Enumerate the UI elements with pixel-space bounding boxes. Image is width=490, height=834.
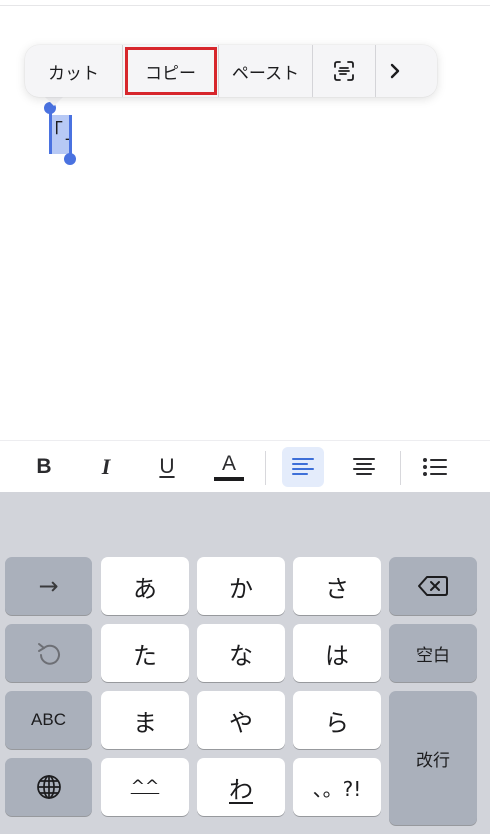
key-punctuation-label: 、。?! bbox=[312, 776, 362, 801]
key-wa[interactable]: わ bbox=[197, 758, 285, 816]
underline-button[interactable]: U bbox=[148, 447, 186, 487]
key-ya[interactable]: や bbox=[197, 691, 285, 749]
abc-key[interactable]: ABC bbox=[5, 691, 92, 749]
underline-label: U bbox=[159, 455, 175, 478]
globe-key[interactable] bbox=[5, 758, 92, 816]
undo-key[interactable] bbox=[5, 624, 92, 682]
key-na[interactable]: な bbox=[197, 624, 285, 682]
undo-icon bbox=[37, 643, 60, 665]
cut-label: カット bbox=[48, 63, 99, 84]
selection-end-handle[interactable] bbox=[64, 153, 76, 165]
text-color-button[interactable]: A bbox=[210, 447, 248, 487]
globe-icon bbox=[36, 775, 61, 799]
scan-text-button[interactable] bbox=[313, 45, 375, 97]
key-ta-label: た bbox=[133, 641, 157, 670]
toolbar-divider bbox=[265, 451, 266, 485]
text-color-label: A bbox=[221, 452, 236, 475]
paste-button[interactable]: ペースト bbox=[219, 45, 312, 97]
key-ra-label: ら bbox=[325, 708, 349, 737]
key-emoticon-label: ^^ bbox=[130, 777, 160, 797]
cut-button[interactable]: カット bbox=[25, 45, 122, 97]
key-a[interactable]: あ bbox=[101, 557, 189, 615]
copy-button[interactable]: コピー bbox=[123, 45, 218, 97]
japanese-keyboard: → あ か さ た な は 空白 ABC ま や ら 改行 ^^ わ 、。?! bbox=[0, 492, 490, 834]
italic-label: I bbox=[101, 454, 111, 479]
delete-icon bbox=[418, 576, 448, 596]
key-a-label: あ bbox=[133, 574, 157, 603]
italic-button[interactable]: I bbox=[87, 447, 125, 487]
next-candidate-key[interactable]: → bbox=[5, 557, 92, 615]
key-sa-label: さ bbox=[325, 574, 349, 603]
key-ka-label: か bbox=[229, 574, 253, 603]
context-menu-pointer bbox=[44, 96, 64, 106]
key-na-label: な bbox=[229, 641, 253, 670]
key-ha[interactable]: は bbox=[293, 624, 381, 682]
key-ta[interactable]: た bbox=[101, 624, 189, 682]
copy-highlight-box bbox=[125, 47, 217, 95]
toolbar-divider bbox=[400, 451, 401, 485]
key-ha-label: は bbox=[325, 641, 349, 670]
key-sa[interactable]: さ bbox=[293, 557, 381, 615]
key-ra[interactable]: ら bbox=[293, 691, 381, 749]
arrow-right-label: → bbox=[38, 572, 59, 600]
return-label: 改行 bbox=[416, 750, 450, 771]
bold-label: B bbox=[36, 455, 52, 478]
bold-button[interactable]: B bbox=[25, 447, 63, 487]
bullet-list-button[interactable] bbox=[415, 447, 455, 487]
key-wa-label: わ bbox=[229, 775, 253, 804]
key-ka[interactable]: か bbox=[197, 557, 285, 615]
key-ma[interactable]: ま bbox=[101, 691, 189, 749]
return-key[interactable]: 改行 bbox=[389, 691, 477, 825]
align-left-icon bbox=[292, 458, 314, 475]
selection-start-handle-bar[interactable] bbox=[49, 108, 52, 154]
key-ya-label: や bbox=[229, 708, 253, 737]
align-center-button[interactable] bbox=[344, 447, 384, 487]
format-toolbar: B I U A bbox=[0, 440, 490, 492]
align-center-icon bbox=[353, 458, 375, 475]
chevron-right-icon bbox=[390, 63, 400, 79]
delete-key[interactable] bbox=[389, 557, 477, 615]
more-button[interactable] bbox=[376, 45, 414, 97]
scan-text-icon bbox=[334, 61, 354, 81]
key-emoticon[interactable]: ^^ bbox=[101, 758, 189, 816]
space-key[interactable]: 空白 bbox=[389, 624, 477, 682]
space-label: 空白 bbox=[416, 645, 450, 666]
context-menu: カット コピー ペースト bbox=[25, 45, 437, 97]
paste-label: ペースト bbox=[231, 63, 300, 84]
bullet-list-icon bbox=[423, 458, 447, 476]
align-left-button[interactable] bbox=[282, 447, 324, 487]
text-color-swatch bbox=[214, 477, 244, 481]
abc-label: ABC bbox=[31, 710, 66, 729]
key-punctuation[interactable]: 、。?! bbox=[293, 758, 381, 816]
key-ma-label: ま bbox=[133, 708, 157, 737]
